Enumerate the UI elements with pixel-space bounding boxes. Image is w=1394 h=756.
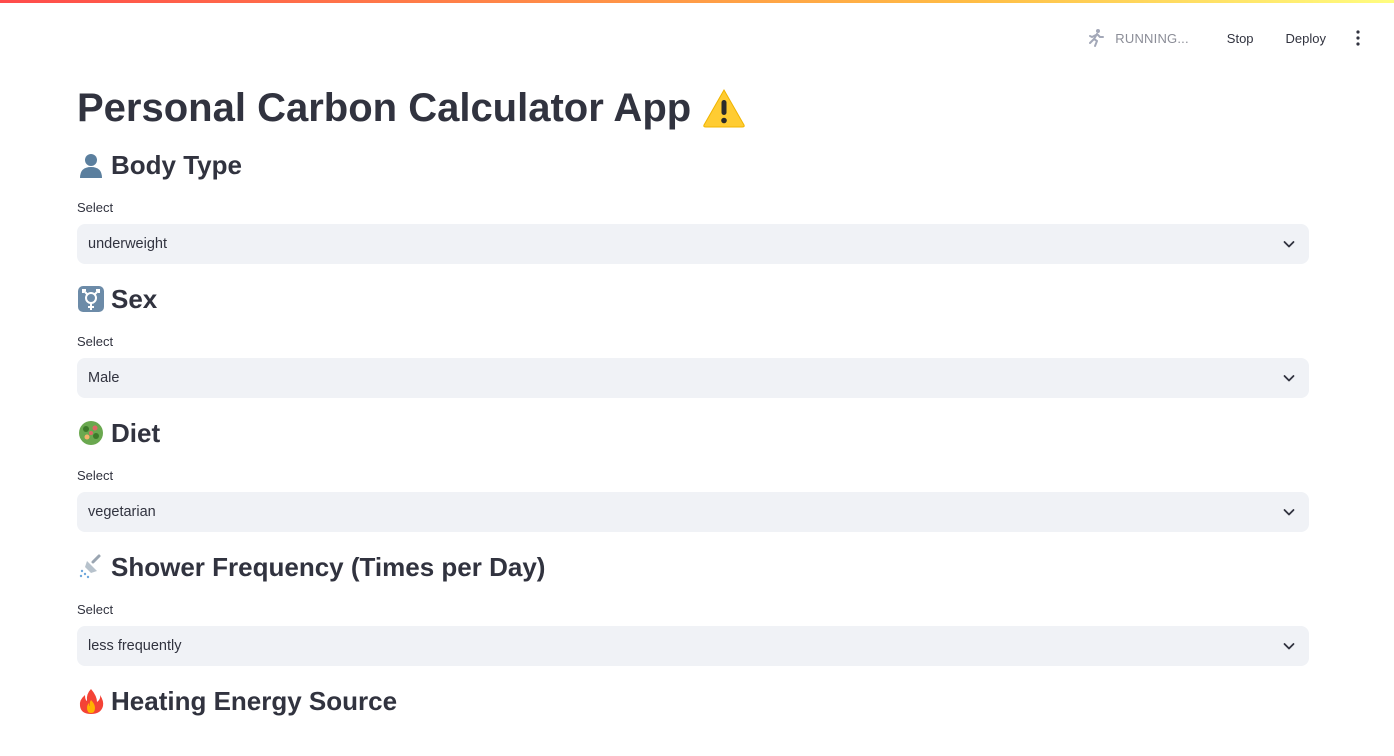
chevron-down-icon (1281, 370, 1297, 386)
section-heading-text: Heating Energy Source (111, 686, 398, 716)
running-person-icon (1085, 27, 1107, 49)
bust-silhouette-icon (77, 151, 105, 179)
section-shower-frequency: Shower Frequency (Times per Day) Select … (77, 550, 1309, 666)
stop-button[interactable]: Stop (1215, 25, 1266, 52)
section-heading-text: Shower Frequency (Times per Day) (111, 552, 546, 582)
page-title: Personal Carbon Calculator App (77, 84, 1309, 132)
selected-value: Male (88, 370, 120, 386)
select-label: Select (77, 200, 114, 215)
section-body-type: Body Type Select underweight (77, 148, 1309, 264)
section-heading: Body Type (77, 148, 1309, 182)
top-decoration-bar (0, 0, 1394, 3)
section-heading-text: Diet (111, 418, 161, 448)
section-heating-energy-source: Heating Energy Source (77, 684, 1309, 718)
select-label: Select (77, 602, 114, 617)
selected-value: less frequently (88, 638, 182, 654)
transgender-symbol-icon (77, 285, 105, 313)
select-label: Select (77, 334, 114, 349)
sex-select[interactable]: Male (77, 358, 1309, 398)
green-salad-icon (77, 419, 105, 447)
body-type-select[interactable]: underweight (77, 224, 1309, 264)
fire-icon (77, 687, 105, 715)
section-sex: Sex Select Male (77, 282, 1309, 398)
section-heading: Shower Frequency (Times per Day) (77, 550, 1309, 584)
shower-frequency-select[interactable]: less frequently (77, 626, 1309, 666)
shower-icon (77, 553, 105, 581)
section-heading-text: Body Type (111, 150, 242, 180)
app-toolbar: RUNNING... Stop Deploy (1085, 22, 1372, 54)
section-heading: Sex (77, 282, 1309, 316)
section-heading: Diet (77, 416, 1309, 450)
selected-value: vegetarian (88, 504, 156, 520)
selected-value: underweight (88, 236, 167, 252)
chevron-down-icon (1281, 504, 1297, 520)
deploy-button[interactable]: Deploy (1274, 25, 1338, 52)
section-heading-text: Sex (111, 284, 158, 314)
section-heading: Heating Energy Source (77, 684, 1309, 718)
diet-select[interactable]: vegetarian (77, 492, 1309, 532)
page-title-text: Personal Carbon Calculator App (77, 86, 692, 130)
warning-icon (701, 85, 747, 131)
running-status-text: RUNNING... (1115, 30, 1189, 46)
running-status: RUNNING... (1085, 27, 1189, 49)
chevron-down-icon (1281, 638, 1297, 654)
select-label: Select (77, 468, 114, 483)
chevron-down-icon (1281, 236, 1297, 252)
kebab-menu-icon[interactable] (1344, 24, 1372, 52)
main-content: Personal Carbon Calculator App Body Type… (77, 70, 1309, 736)
section-diet: Diet Select vegetarian (77, 416, 1309, 532)
